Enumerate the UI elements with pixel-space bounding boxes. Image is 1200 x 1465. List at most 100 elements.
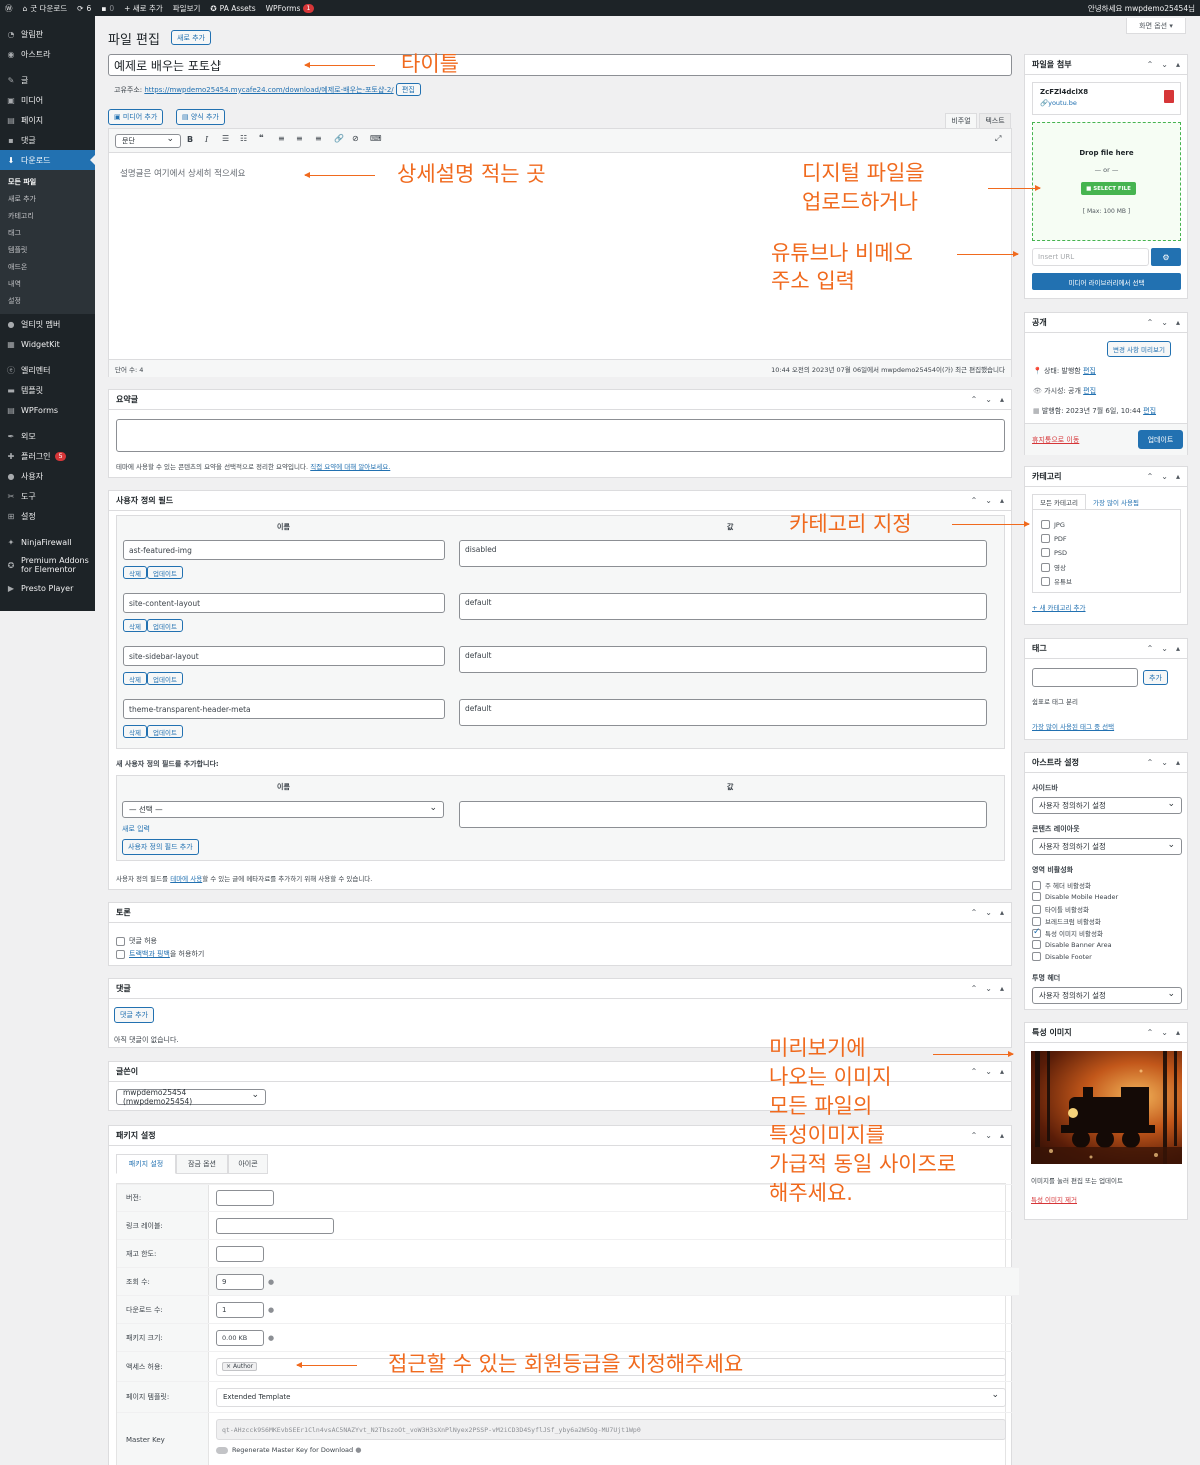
chevron-up-icon[interactable]: ⌃ — [1147, 758, 1154, 767]
astra-disable-option[interactable]: Disable Banner Area — [1032, 940, 1112, 949]
template-select[interactable]: Extended Template — [216, 1387, 1006, 1407]
chevron-down-icon[interactable]: ⌄ — [985, 984, 992, 993]
update-button[interactable]: 업데이트 — [1138, 430, 1183, 449]
drop-zone[interactable]: Drop file here — or — ■ SELECT FILE [ Ma… — [1032, 122, 1181, 241]
tab-most-used[interactable]: 가장 많이 사용됨 — [1093, 497, 1139, 507]
chevron-up-icon[interactable]: ⌃ — [971, 908, 978, 917]
chevron-up-icon[interactable]: ⌃ — [971, 1067, 978, 1076]
site-name-link[interactable]: ⌂ 굿 다운로드 — [18, 0, 73, 16]
toolbar-toggle-icon[interactable]: ⌨ — [370, 134, 382, 143]
category-checkbox[interactable] — [1041, 562, 1050, 572]
custom-field-key-select[interactable]: — 선택 — — [122, 801, 444, 818]
link-icon[interactable]: 🔗 — [334, 134, 344, 143]
wpforms-link[interactable]: WPForms 1 — [261, 0, 319, 16]
category-checkbox[interactable] — [1041, 520, 1050, 529]
excerpt-textarea[interactable] — [116, 419, 1005, 452]
bullet-list-icon[interactable]: ☰ — [222, 134, 229, 143]
caret-up-icon[interactable]: ▴ — [1000, 908, 1004, 917]
sidebar-item-folder[interactable]: ▬ 템플릿 — [0, 380, 95, 400]
account-greeting[interactable]: 안녕하세요 mwpdemo25454님 — [1083, 0, 1200, 16]
caret-up-icon[interactable]: ▴ — [1000, 1067, 1004, 1076]
sidebar-item-media[interactable]: ▣ 미디어 — [0, 90, 95, 110]
author-select[interactable]: mwpdemo25454 (mwpdemo25454) — [116, 1088, 266, 1106]
astra-option-checkbox[interactable] — [1032, 880, 1041, 890]
sidebar-item-ninja[interactable]: ✦ NinjaFirewall — [0, 532, 95, 552]
category-checkbox[interactable] — [1041, 576, 1050, 586]
package-tab-icon[interactable]: 아이콘 — [228, 1154, 268, 1174]
chevron-up-icon[interactable]: ⌃ — [1147, 60, 1154, 69]
allow-comments-checkbox[interactable] — [116, 936, 125, 946]
add-form-button[interactable]: ▤ 양식 추가 — [176, 109, 225, 125]
chevron-up-icon[interactable]: ⌃ — [971, 1131, 978, 1140]
sidebar-item-comment[interactable]: ▪ 댓글 — [0, 130, 95, 150]
astra-disable-option[interactable]: 주 헤더 비활성화 — [1032, 880, 1091, 890]
permalink-link[interactable]: https://mwpdemo25454.mycafe24.com/downlo… — [144, 85, 393, 95]
select-file-button[interactable]: ■ SELECT FILE — [1081, 182, 1136, 195]
custom-field-value-textarea[interactable]: default — [459, 593, 987, 620]
chevron-up-icon[interactable]: ⌃ — [971, 984, 978, 993]
update-field-button[interactable]: 업데이트 — [147, 566, 183, 579]
sidebar-item-widget[interactable]: ▦ WidgetKit — [0, 334, 95, 354]
caret-up-icon[interactable]: ▴ — [1000, 1131, 1004, 1140]
number-list-icon[interactable]: ☷ — [240, 134, 247, 143]
astra-disable-option[interactable]: Disable Footer — [1032, 952, 1092, 961]
category-item[interactable]: PSD — [1041, 548, 1067, 557]
chevron-down-icon[interactable]: ⌄ — [1161, 472, 1168, 481]
custom-field-name-input[interactable]: ast-featured-img — [123, 540, 445, 560]
chevron-up-icon[interactable]: ⌃ — [1147, 644, 1154, 653]
astra-option-checkbox[interactable] — [1032, 952, 1041, 961]
bold-icon[interactable]: B — [187, 135, 193, 144]
fullscreen-icon[interactable]: ⤢ — [995, 134, 1001, 144]
chevron-up-icon[interactable]: ⌃ — [1147, 1028, 1154, 1037]
package-size-input[interactable]: 0.00 KB — [216, 1329, 264, 1346]
chevron-down-icon[interactable]: ⌄ — [1161, 318, 1168, 327]
comments-link[interactable]: ▪ 0 — [96, 0, 119, 16]
add-tag-button[interactable]: 추가 — [1143, 670, 1168, 685]
access-tag[interactable]: × Author — [222, 1362, 258, 1371]
help-icon[interactable]: ● — [355, 1446, 361, 1454]
pa-assets-link[interactable]: ✪ PA Assets — [205, 0, 260, 16]
astra-disable-option[interactable]: 타이틀 비활성화 — [1032, 904, 1089, 914]
master-key-input[interactable]: qt-AHzcck9S6MKEvbSEEr1Cln4vsAC5NAZYvt_N2… — [216, 1419, 1006, 1440]
stock-input[interactable] — [216, 1245, 264, 1262]
sidebar-item-user[interactable]: ● 얼티밋 멤버 — [0, 314, 95, 334]
remove-tag-icon[interactable]: × — [226, 1363, 231, 1370]
sidebar-item-download[interactable]: ⬇ 다운로드 — [0, 150, 95, 170]
submenu-item[interactable]: 내역 — [0, 276, 95, 293]
caret-up-icon[interactable]: ▴ — [1000, 496, 1004, 505]
sidebar-item-user[interactable]: ● 사용자 — [0, 466, 95, 486]
sidebar-item-plugin[interactable]: ✚ 플러그인 5 — [0, 446, 95, 466]
chevron-up-icon[interactable]: ⌃ — [1147, 472, 1154, 481]
tab-text[interactable]: 텍스트 — [979, 113, 1011, 128]
package-tab-lock[interactable]: 잠금 옵션 — [176, 1154, 228, 1174]
preview-changes-button[interactable]: 변경 사항 미리보기 — [1107, 341, 1171, 357]
tag-input[interactable] — [1032, 668, 1138, 687]
chevron-up-icon[interactable]: ⌃ — [1147, 318, 1154, 327]
chevron-down-icon[interactable]: ⌄ — [985, 1067, 992, 1076]
sidebar-item-dashboard[interactable]: ◔ 알림판 — [0, 24, 95, 44]
custom-field-value-textarea[interactable]: default — [459, 699, 987, 726]
custom-field-value-textarea[interactable] — [459, 801, 987, 828]
sidebar-item-play[interactable]: ▶ Presto Player — [0, 578, 95, 598]
category-item[interactable]: 영상 — [1041, 562, 1066, 572]
help-icon[interactable]: ● — [268, 1278, 274, 1286]
update-field-button[interactable]: 업데이트 — [147, 725, 183, 738]
content-layout-select[interactable]: 사용자 정의하기 설정 — [1032, 838, 1182, 855]
sidebar-item-pin[interactable]: ✎ 글 — [0, 70, 95, 90]
astra-disable-option[interactable]: 브레드크럼 비활성화 — [1032, 916, 1101, 926]
editor-content[interactable]: 설명글은 여기에서 상세히 적으세요 — [120, 167, 245, 179]
updates-link[interactable]: ⟳ 6 — [72, 0, 96, 16]
wordpress-logo-icon[interactable]: Ⓦ — [0, 0, 18, 16]
downloads-input[interactable]: 1 — [216, 1301, 264, 1318]
add-custom-field-button[interactable]: 사용자 정의 필드 추가 — [122, 839, 199, 855]
allow-trackbacks-checkbox[interactable] — [116, 949, 125, 959]
update-field-button[interactable]: 업데이트 — [147, 672, 183, 685]
submenu-item[interactable]: 새로 추가 — [0, 191, 95, 208]
insert-url-input[interactable]: Insert URL — [1032, 248, 1149, 266]
sidebar-item-elementor[interactable]: ⓔ 엘리멘터 — [0, 360, 95, 380]
sidebar-item-wrench[interactable]: ✂ 도구 — [0, 486, 95, 506]
trackback-link[interactable]: 트랙백과 핑백 — [129, 949, 170, 959]
permalink-edit-button[interactable]: 편집 — [395, 83, 421, 96]
italic-icon[interactable]: I — [205, 135, 208, 144]
align-left-icon[interactable]: ≡ — [278, 134, 285, 143]
